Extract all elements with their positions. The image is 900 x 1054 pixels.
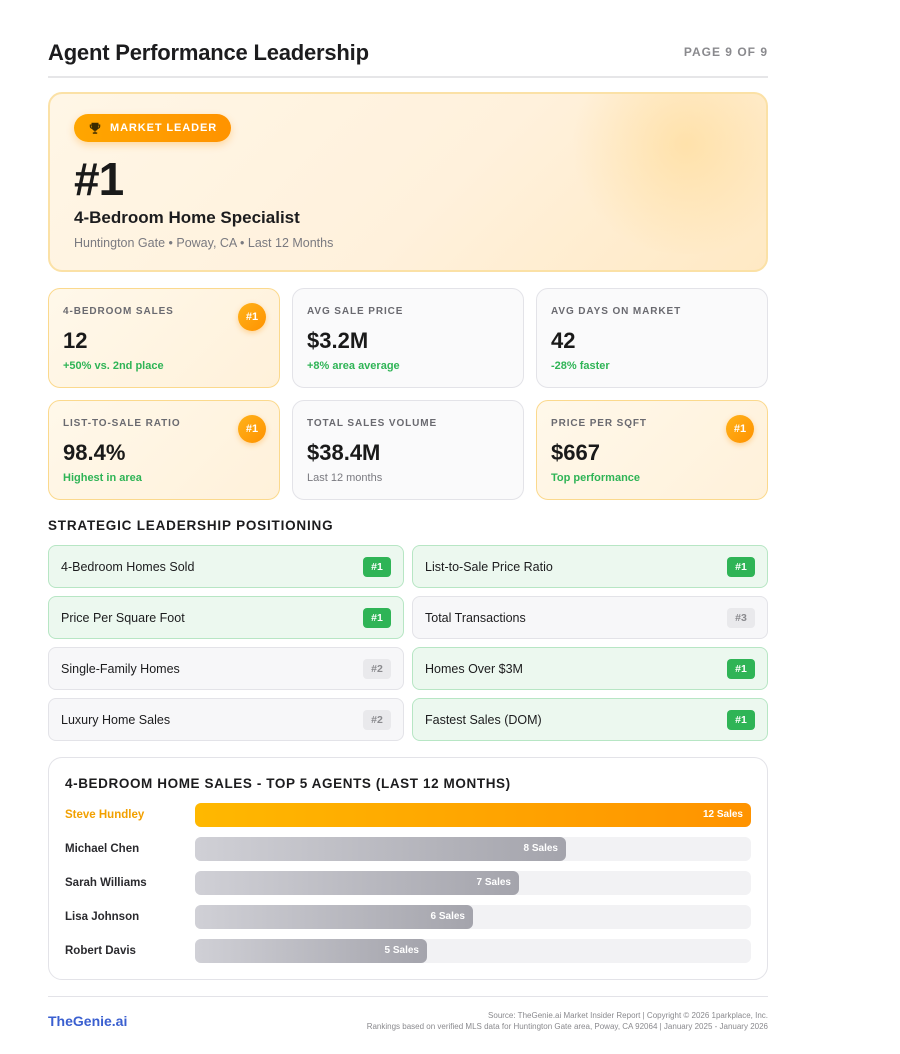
- stat-value: $3.2M: [307, 328, 369, 353]
- stat-label: AVG DAYS ON MARKET: [551, 306, 682, 317]
- position-item: Homes Over $3M #1: [412, 647, 768, 690]
- position-item: Luxury Home Sales #2: [48, 698, 404, 741]
- stat-value: $38.4M: [307, 440, 381, 465]
- bar-value-label: 8 Sales: [523, 843, 558, 854]
- source-note: Source: TheGenie.ai Market Insider Repor…: [488, 1011, 768, 1020]
- agent-name-label: Lisa Johnson: [65, 911, 140, 923]
- position-label: List-to-Sale Price Ratio: [425, 560, 553, 574]
- chart-row: Steve Hundley 12 Sales: [49, 803, 769, 827]
- position-item: Fastest Sales (DOM) #1: [412, 698, 768, 741]
- rankings-note: Rankings based on verified MLS data for …: [366, 1022, 768, 1031]
- specialty-title: 4-Bedroom Home Specialist: [74, 208, 300, 227]
- bar-value-label: 12 Sales: [702, 809, 743, 820]
- position-rank-badge: #2: [363, 710, 391, 730]
- hero-glow: [566, 94, 766, 254]
- stat-card-avg-price: AVG SALE PRICE $3.2M +8% area average: [292, 288, 524, 388]
- page-header: Agent Performance Leadership PAGE 9 OF 9: [48, 36, 768, 78]
- position-item: Total Transactions #3: [412, 596, 768, 639]
- chart-row: Michael Chen 8 Sales: [49, 837, 769, 861]
- bar-track: 12 Sales: [195, 803, 751, 827]
- bar-value-label: 7 Sales: [476, 877, 511, 888]
- bar-value-label: 5 Sales: [384, 945, 419, 956]
- strategic-section-title: STRATEGIC LEADERSHIP POSITIONING: [48, 518, 334, 533]
- stat-sub: +50% vs. 2nd place: [63, 360, 164, 372]
- chart-row: Lisa Johnson 6 Sales: [49, 905, 769, 929]
- brand-logo: TheGenie.ai: [48, 1013, 128, 1029]
- stat-label: TOTAL SALES VOLUME: [307, 418, 438, 429]
- position-label: Luxury Home Sales: [61, 713, 171, 727]
- position-rank-badge: #1: [363, 608, 391, 628]
- position-label: Price Per Square Foot: [61, 611, 185, 625]
- sales-bar: 5 Sales: [195, 939, 427, 963]
- stat-card-4br-sales: 4-BEDROOM SALES 12 +50% vs. 2nd place #1: [48, 288, 280, 388]
- stat-sub: -28% faster: [551, 360, 610, 372]
- position-rank-badge: #1: [727, 557, 755, 577]
- position-item: 4-Bedroom Homes Sold #1: [48, 545, 404, 588]
- bar-track: 7 Sales: [195, 871, 751, 895]
- stat-sub: Highest in area: [63, 472, 142, 484]
- position-rank-badge: #1: [727, 659, 755, 679]
- stat-value: $667: [551, 440, 600, 465]
- stat-sub: Last 12 months: [307, 472, 383, 484]
- stat-value: 98.4%: [63, 440, 126, 465]
- position-label: Total Transactions: [425, 611, 526, 625]
- position-rank-badge: #3: [727, 608, 755, 628]
- chart-title: 4-BEDROOM HOME SALES - TOP 5 AGENTS (LAS…: [65, 776, 511, 791]
- rank-badge: #1: [238, 415, 266, 443]
- stat-sub: +8% area average: [307, 360, 400, 372]
- stat-card-list-to-sale: LIST-TO-SALE RATIO 98.4% Highest in area…: [48, 400, 280, 500]
- position-rank-badge: #2: [363, 659, 391, 679]
- sales-bar: 12 Sales: [195, 803, 751, 827]
- stat-card-price-per-sqft: PRICE PER SQFT $667 Top performance #1: [536, 400, 768, 500]
- stat-label: 4-BEDROOM SALES: [63, 306, 174, 317]
- sales-bar: 7 Sales: [195, 871, 519, 895]
- stat-value: 12: [63, 328, 88, 353]
- position-item: Price Per Square Foot #1: [48, 596, 404, 639]
- top-agents-bar-chart: 4-BEDROOM HOME SALES - TOP 5 AGENTS (LAS…: [48, 757, 768, 980]
- stat-card-days-on-market: AVG DAYS ON MARKET 42 -28% faster: [536, 288, 768, 388]
- sales-bar: 8 Sales: [195, 837, 566, 861]
- position-label: Fastest Sales (DOM): [425, 713, 542, 727]
- rank-badge: #1: [726, 415, 754, 443]
- stat-label: LIST-TO-SALE RATIO: [63, 418, 181, 429]
- stat-card-sales-volume: TOTAL SALES VOLUME $38.4M Last 12 months: [292, 400, 524, 500]
- market-leader-card: MARKET LEADER #1 4-Bedroom Home Speciali…: [48, 92, 768, 272]
- agent-name-label: Sarah Williams: [65, 877, 147, 889]
- stat-label: PRICE PER SQFT: [551, 418, 647, 429]
- bar-track: 5 Sales: [195, 939, 751, 963]
- stat-sub: Top performance: [551, 472, 641, 484]
- market-leader-badge: MARKET LEADER: [74, 114, 232, 142]
- chart-row: Robert Davis 5 Sales: [49, 939, 769, 963]
- rank-badge: #1: [238, 303, 266, 331]
- position-label: 4-Bedroom Homes Sold: [61, 560, 195, 574]
- location-subtitle: Huntington Gate • Poway, CA • Last 12 Mo…: [74, 236, 334, 250]
- sales-bar: 6 Sales: [195, 905, 473, 929]
- bar-track: 6 Sales: [195, 905, 751, 929]
- agent-name-label: Robert Davis: [65, 945, 136, 957]
- page-number: PAGE 9 OF 9: [683, 45, 768, 59]
- stat-label: AVG SALE PRICE: [307, 306, 404, 317]
- position-item: List-to-Sale Price Ratio #1: [412, 545, 768, 588]
- chart-row: Sarah Williams 7 Sales: [49, 871, 769, 895]
- position-item: Single-Family Homes #2: [48, 647, 404, 690]
- page-title: Agent Performance Leadership: [48, 40, 369, 65]
- stat-value: 42: [551, 328, 576, 353]
- position-label: Homes Over $3M: [425, 662, 523, 676]
- agent-name-label: Steve Hundley: [65, 809, 145, 821]
- position-rank-badge: #1: [363, 557, 391, 577]
- page-footer: TheGenie.ai Source: TheGenie.ai Market I…: [48, 996, 768, 1046]
- bar-track: 8 Sales: [195, 837, 751, 861]
- bar-value-label: 6 Sales: [430, 911, 465, 922]
- position-label: Single-Family Homes: [61, 662, 180, 676]
- position-rank-badge: #1: [727, 710, 755, 730]
- agent-name-label: Michael Chen: [65, 843, 140, 855]
- rank-number: #1: [74, 153, 124, 205]
- trophy-icon: [89, 122, 101, 134]
- badge-label: MARKET LEADER: [110, 122, 218, 134]
- report-page: Agent Performance Leadership PAGE 9 OF 9…: [48, 0, 768, 1054]
